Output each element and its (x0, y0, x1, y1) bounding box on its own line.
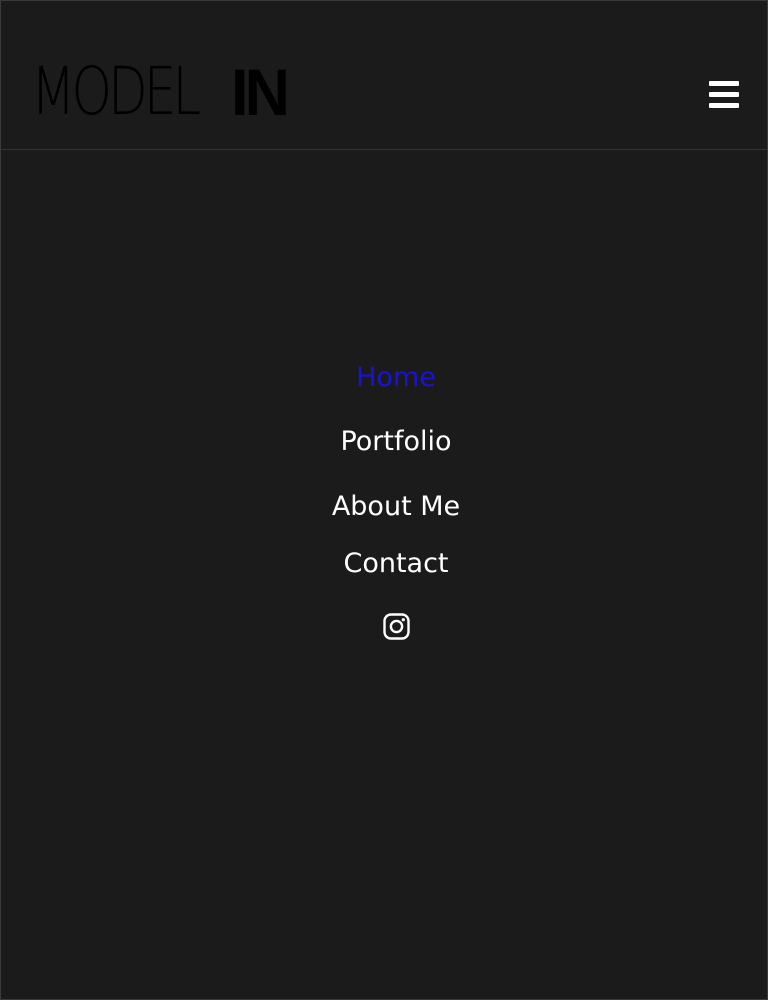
nav-link-portfolio[interactable]: Portfolio (1, 426, 768, 457)
site-header: MODEL IN (1, 1, 767, 150)
logo-text-model: MODEL (31, 53, 201, 130)
instagram-icon[interactable] (383, 613, 410, 640)
menu-bar-top (709, 81, 739, 86)
instagram-icon-graphic (383, 613, 410, 640)
nav-link-home[interactable]: Home (1, 362, 768, 393)
page-frame: MODEL IN Home Portfolio About Me Contact (0, 0, 768, 1000)
site-logo[interactable]: MODEL IN (31, 53, 290, 130)
logo-text-in: IN (231, 55, 290, 129)
nav-link-about-me[interactable]: About Me (1, 491, 768, 522)
menu-bar-middle (709, 92, 739, 97)
nav-link-contact[interactable]: Contact (1, 548, 768, 579)
hamburger-menu-icon[interactable] (709, 81, 739, 109)
menu-bar-bottom (709, 103, 739, 108)
